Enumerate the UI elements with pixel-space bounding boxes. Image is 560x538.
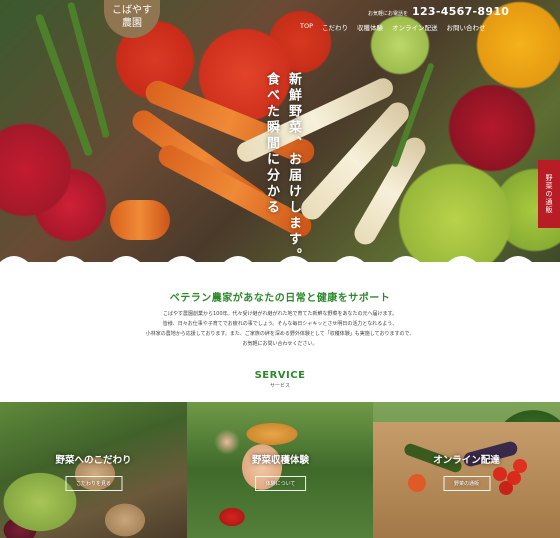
nav-item-online-delivery[interactable]: オンライン配送 (392, 22, 438, 32)
hero-copy-line2: 新鮮野菜、お届けします。 (286, 72, 301, 264)
service-title: SERVICE (254, 370, 306, 381)
service-card-caption: オンライン配達 (433, 455, 500, 466)
hero-copy-line1: 食べた瞬間に分かる (264, 72, 279, 216)
leaf-image (34, 13, 94, 157)
global-nav: TOP こだわり 収穫体験 オンライン配送 お問い合わせ (300, 22, 486, 32)
phone-contact[interactable]: お気軽にお電話を 123-4567-8910 (368, 5, 509, 18)
phone-number[interactable]: 123-4567-8910 (412, 5, 509, 18)
intro-line: こばやす農園創業から100年。代々受け継がれ継がれた地で育てた新鮮な野菜をあなた… (162, 311, 398, 317)
nav-item-kodawari[interactable]: こだわり (322, 22, 348, 32)
nav-item-top[interactable]: TOP (300, 22, 313, 32)
service-card-kodawari[interactable]: 野菜へのこだわり こだわりを見る (0, 402, 187, 538)
service-card-button[interactable]: 野菜の通販 (442, 476, 491, 491)
service-card-online-delivery[interactable]: オンライン配達 野菜の通販 (373, 402, 560, 538)
logo-line2: 農園 (122, 18, 142, 29)
veg-image (408, 474, 426, 492)
nav-item-contact[interactable]: お問い合わせ (447, 22, 486, 32)
service-subtitle: サービス (269, 383, 290, 389)
service-card-caption: 野菜へのこだわり (55, 455, 132, 466)
wave-divider (0, 256, 560, 268)
intro-headline: ベテラン農家があなたの日常と健康をサポート (169, 293, 391, 304)
intro-line: 小林家の農地から応援しております。また、ご家族の絆を深める野外体験として「収穫体… (145, 331, 415, 337)
service-card-caption: 野菜収穫体験 (251, 455, 309, 466)
intro-body: こばやす農園創業から100年。代々受け継がれ継がれた地で育てた新鮮な野菜をあなた… (0, 309, 560, 349)
intro-line: 皆様、日々お仕事や子育てでお疲れの事でしょう。そんな毎日シャキッとさせ明日の活力… (162, 321, 398, 327)
service-card-button[interactable]: こだわりを見る (64, 476, 123, 491)
nav-item-harvest[interactable]: 収穫体験 (357, 22, 383, 32)
carrot-image (110, 200, 170, 240)
service-card-harvest[interactable]: 野菜収穫体験 体験について (187, 402, 374, 538)
logo-line1: こばやす (112, 5, 152, 16)
intro-line: お気軽にお問い合わせください。 (242, 341, 318, 347)
service-card-button[interactable]: 体験について (254, 476, 307, 491)
side-tab-shop[interactable]: 野菜の通販 (538, 160, 560, 228)
veg-image (493, 467, 507, 481)
phone-label: お気軽にお電話を (368, 11, 409, 17)
